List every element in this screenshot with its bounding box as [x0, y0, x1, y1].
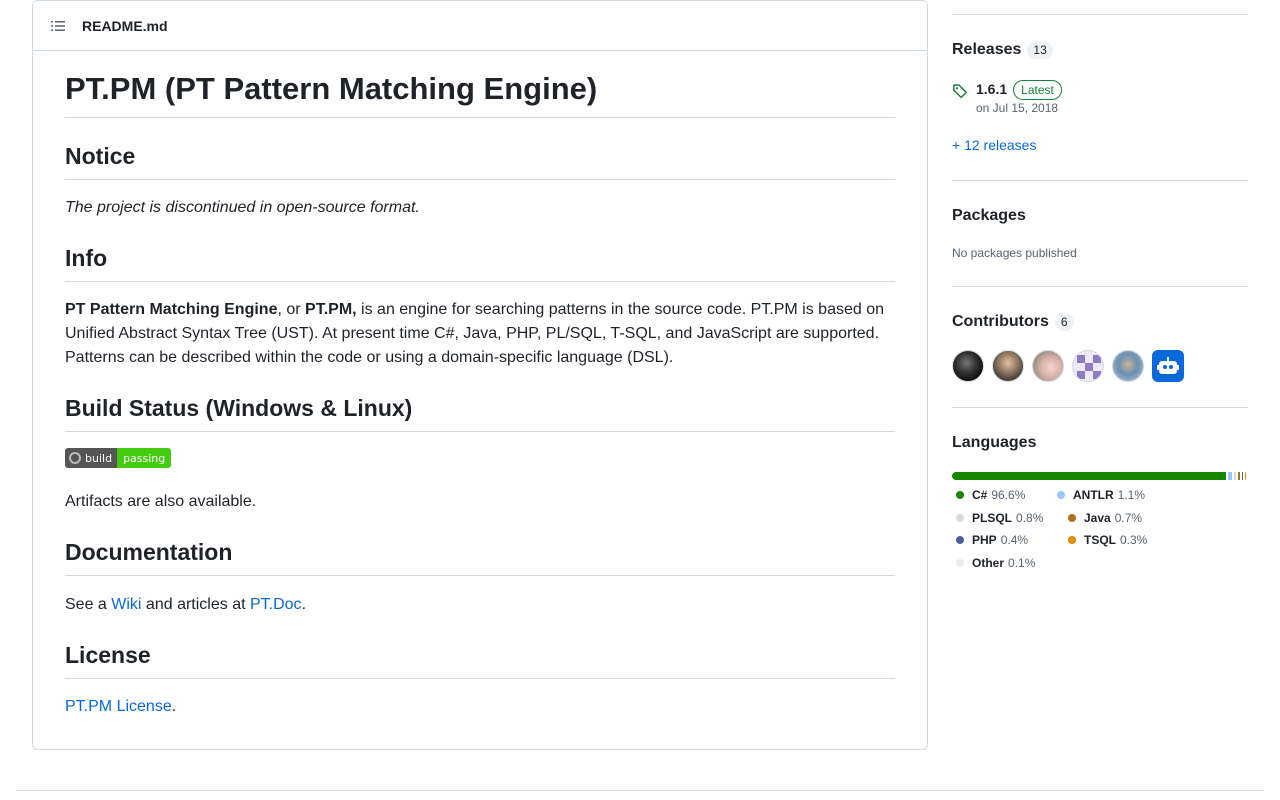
readme-title: PT.PM (PT Pattern Matching Engine)	[65, 70, 895, 118]
language-dot-icon	[956, 513, 964, 522]
language-dot-icon	[1068, 513, 1076, 522]
language-item[interactable]: PHP 0.4%	[952, 533, 1028, 547]
bot-avatar[interactable]	[1152, 350, 1184, 382]
readme-header: README.md	[33, 1, 927, 51]
language-dot-icon	[956, 558, 964, 567]
outline-list-icon[interactable]	[50, 18, 66, 34]
license-text: PT.PM License.	[65, 695, 895, 719]
releases-heading[interactable]: Releases 13	[952, 41, 1053, 59]
avatar[interactable]	[952, 350, 984, 382]
release-version: 1.6.1	[976, 81, 1008, 97]
contributors-heading-text: Contributors	[952, 313, 1049, 330]
language-dot-icon	[1057, 491, 1065, 499]
license-heading: License	[65, 640, 895, 679]
language-name: TSQL	[1084, 533, 1116, 547]
artifacts-text: Artifacts are also available.	[65, 493, 257, 510]
language-bar-segment	[1228, 472, 1232, 480]
language-dot-icon	[956, 536, 964, 544]
contributors-count: 6	[1054, 313, 1074, 331]
info-bold-ptpm: PT.PM,	[305, 301, 357, 318]
languages-heading: Languages	[952, 434, 1037, 451]
language-percent: 0.7%	[1114, 510, 1143, 525]
language-item[interactable]: Other 0.1%	[952, 556, 1035, 570]
sidebar-divider	[952, 407, 1248, 408]
info-paragraph: PT Pattern Matching Engine, or PT.PM, is…	[65, 298, 895, 370]
language-percent: 0.8%	[1016, 510, 1044, 525]
sidebar-divider	[952, 14, 1248, 15]
doc-suffix: .	[301, 596, 307, 613]
avatar[interactable]	[992, 350, 1024, 382]
language-item[interactable]: PLSQL 0.8%	[952, 511, 1043, 525]
language-bar-segment	[1244, 472, 1246, 480]
latest-badge: Latest	[1013, 80, 1062, 100]
language-bar-segment	[1241, 472, 1243, 480]
badge-left-text: build	[85, 451, 113, 465]
info-bold-engine: PT Pattern Matching Engine	[65, 301, 278, 318]
contributors-heading[interactable]: Contributors 6	[952, 313, 1074, 331]
language-name: Other	[972, 555, 1005, 570]
language-percent: 0.4%	[1000, 533, 1029, 547]
language-percent: 1.1%	[1117, 488, 1146, 502]
packages-heading[interactable]: Packages	[952, 207, 1026, 225]
language-name: C#	[972, 488, 988, 502]
language-percent: 96.6%	[991, 488, 1026, 502]
language-percent: 0.3%	[1120, 533, 1148, 547]
pt-doc-link[interactable]: PT.Doc	[250, 596, 302, 613]
avatar[interactable]	[1112, 350, 1144, 382]
documentation-heading: Documentation	[65, 537, 895, 576]
language-item[interactable]: C# 96.6%	[952, 488, 1025, 502]
info-heading: Info	[65, 243, 895, 282]
releases-heading-text: Releases	[952, 41, 1022, 58]
documentation-text: See a Wiki and articles at PT.Doc.	[65, 593, 895, 617]
badge-left: build	[65, 448, 118, 468]
footer-divider	[16, 790, 1264, 791]
avatar[interactable]	[1072, 350, 1104, 382]
language-percent: 0.1%	[1008, 555, 1036, 570]
latest-release[interactable]: 1.6.1 Latest on Jul 15, 2018	[952, 80, 1062, 115]
license-link[interactable]: PT.PM License	[65, 698, 172, 715]
badge-right: passing	[117, 448, 172, 468]
language-dot-icon	[956, 491, 964, 499]
notice-italic: The project is discontinued in open-sour…	[65, 199, 420, 216]
tag-icon	[952, 83, 968, 99]
contributor-avatars	[952, 350, 1184, 382]
bot-icon	[1157, 357, 1179, 374]
info-sep: , or	[277, 301, 306, 318]
language-item[interactable]: Java 0.7%	[1064, 511, 1142, 525]
language-dot-icon	[1068, 536, 1076, 544]
language-item[interactable]: TSQL 0.3%	[1064, 533, 1147, 547]
sidebar-divider	[952, 180, 1248, 181]
language-bar	[952, 472, 1248, 480]
language-name: ANTLR	[1073, 488, 1114, 502]
language-name: PLSQL	[972, 510, 1013, 525]
releases-count: 13	[1027, 41, 1053, 59]
language-name: Java	[1084, 510, 1111, 525]
release-date: on Jul 15, 2018	[976, 101, 1059, 115]
repo-sidebar: Releases 13 1.6.1 Latest on Jul 15, 2018 …	[952, 0, 1248, 800]
build-status-badge[interactable]: build passing	[65, 448, 172, 468]
readme-panel: README.md PT.PM (PT Pattern Matching Eng…	[32, 0, 928, 750]
readme-filename[interactable]: README.md	[82, 18, 168, 34]
language-bar-segment	[1237, 472, 1240, 480]
build-heading: Build Status (Windows & Linux)	[65, 393, 895, 432]
doc-prefix: See a	[65, 596, 112, 613]
sidebar-divider	[952, 286, 1248, 287]
avatar[interactable]	[1032, 350, 1064, 382]
language-item[interactable]: ANTLR 1.1%	[1053, 488, 1145, 502]
doc-middle: and articles at	[141, 596, 250, 613]
more-releases-link[interactable]: + 12 releases	[952, 137, 1036, 153]
notice-text: The project is discontinued in open-sour…	[65, 196, 895, 220]
language-name: PHP	[972, 533, 997, 547]
no-packages-text: No packages published	[952, 246, 1077, 260]
license-suffix: .	[171, 698, 177, 715]
wiki-link[interactable]: Wiki	[111, 596, 141, 613]
appveyor-icon	[69, 452, 81, 464]
language-bar-segment	[952, 472, 1227, 480]
notice-heading: Notice	[65, 141, 895, 180]
language-bar-segment	[1233, 472, 1236, 480]
